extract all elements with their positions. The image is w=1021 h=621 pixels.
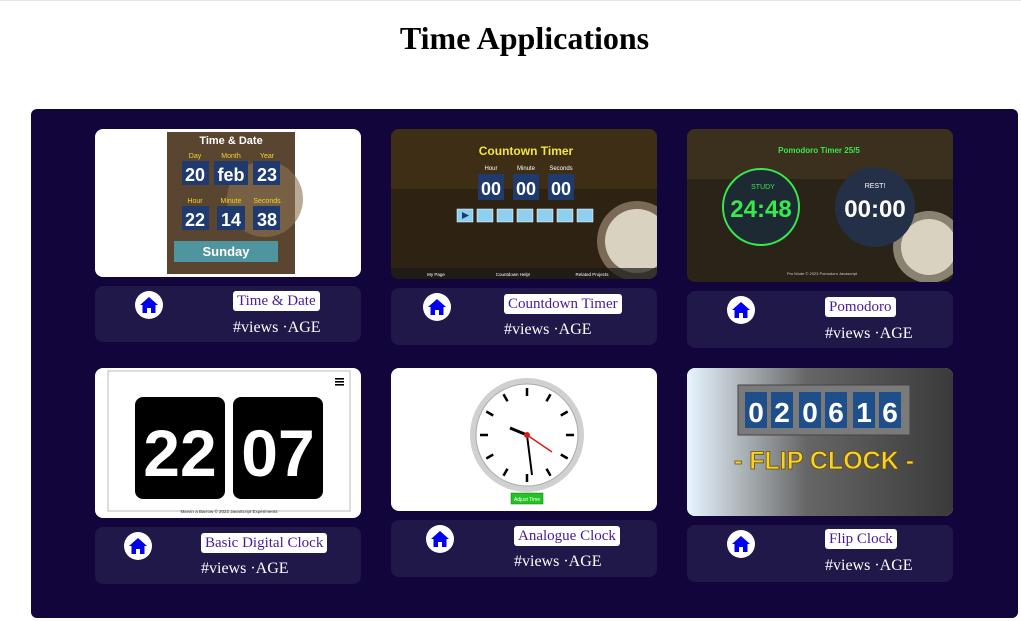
home-icon <box>732 302 750 318</box>
ct-heading: Countown Timer <box>479 144 574 158</box>
pomo-rest-label: REST! <box>865 183 886 190</box>
thumbnail-pomodoro[interactable]: Pomodoro Timer 25/5 STUDY 24:48 REST! 00… <box>687 129 953 282</box>
app-title-link[interactable]: Basic Digital Clock <box>201 533 328 553</box>
flip-digit-2: 2 <box>774 397 790 428</box>
thumbnail-time-date[interactable]: Time & Date Day Month Year 20 feb 23 Hou… <box>95 129 361 277</box>
flip-digit-1: 0 <box>748 397 764 428</box>
ac-adjust-button: Adjust Time <box>514 497 540 503</box>
home-icon <box>129 538 147 554</box>
dc-minutes: 07 <box>241 416 314 490</box>
ct-footer-help: Countdown Help! <box>496 272 531 277</box>
pomo-heading: Pomodoro Timer 25/5 <box>778 146 860 155</box>
app-meta: #views ·AGE <box>233 319 321 336</box>
thumbnail-basic-digital-clock[interactable]: 22 07 Marvin a Barrow © 2022 JavaScript … <box>95 368 361 518</box>
home-button[interactable] <box>423 293 451 321</box>
app-meta: #views ·AGE <box>201 560 289 577</box>
card-info: Flip Clock #views ·AGE <box>687 525 953 582</box>
flip-caption: - FLIP CLOCK - <box>734 447 914 475</box>
pomo-study-value: 24:48 <box>730 196 791 223</box>
td-label-minute: Minute <box>220 198 241 205</box>
app-meta: #views ·AGE <box>825 325 913 342</box>
app-title-link[interactable]: Time & Date <box>233 291 320 311</box>
dc-hours: 22 <box>143 416 216 490</box>
td-value-seconds: 38 <box>257 210 277 230</box>
page-title: Time Applications <box>399 20 650 56</box>
card-info: Basic Digital Clock #views ·AGE <box>95 527 361 584</box>
flip-digit-3: 0 <box>802 397 818 428</box>
ct-value-seconds: 00 <box>551 179 571 199</box>
ct-label-hour: Hour <box>484 166 497 172</box>
td-heading: Time & Date <box>199 135 262 147</box>
td-value-day: 20 <box>185 165 205 185</box>
ct-footer-related: Related Projects <box>575 272 609 277</box>
pomo-footer: Pro Mode © 2023 Pomodoro Javascript <box>787 271 858 276</box>
home-button[interactable] <box>135 291 163 319</box>
pomo-study-label: STUDY <box>751 184 775 191</box>
flip-digit-5: 1 <box>856 397 872 428</box>
dc-footer: Marvin a Barrow © 2022 JavaScript Experi… <box>180 508 278 514</box>
ct-value-minute: 00 <box>516 179 536 199</box>
card-info: Time & Date #views ·AGE <box>95 286 361 342</box>
app-title-link[interactable]: Countdown Timer <box>504 294 622 314</box>
app-title-link[interactable]: Analogue Clock <box>514 526 620 546</box>
app-title-link[interactable]: Flip Clock <box>825 529 897 549</box>
home-icon <box>431 531 449 547</box>
td-value-minute: 14 <box>221 210 241 230</box>
home-button[interactable] <box>727 296 755 324</box>
home-button[interactable] <box>727 530 755 558</box>
td-label-seconds: Seconds <box>253 198 281 205</box>
pomo-rest-value: 00:00 <box>844 196 905 223</box>
home-icon <box>428 299 446 315</box>
ct-label-minute: Minute <box>517 166 536 172</box>
td-label-month: Month <box>221 153 241 160</box>
td-label-day: Day <box>189 153 202 160</box>
ct-label-seconds: Seconds <box>549 166 572 172</box>
app-title-link[interactable]: Pomodoro <box>825 297 896 317</box>
ct-footer-my-page: My Page <box>427 272 445 277</box>
apps-panel: Time & Date Day Month Year 20 feb 23 Hou… <box>31 109 1018 618</box>
td-value-year: 23 <box>257 165 277 185</box>
td-value-month: feb <box>218 165 245 185</box>
app-meta: #views ·AGE <box>825 557 913 574</box>
app-meta: #views ·AGE <box>504 321 592 338</box>
home-button[interactable] <box>426 525 454 553</box>
home-icon <box>732 536 750 552</box>
card-info: Pomodoro #views ·AGE <box>687 291 953 348</box>
home-button[interactable] <box>124 532 152 560</box>
td-label-hour: Hour <box>187 198 203 205</box>
td-value-hour: 22 <box>185 210 205 230</box>
thumbnail-analogue-clock[interactable]: Adjust Time <box>391 368 657 511</box>
flip-digit-6: 6 <box>882 397 898 428</box>
thumbnail-flip-clock[interactable]: 0 2 0 6 1 6 - FLIP CLOCK - <box>687 368 953 516</box>
ct-value-hour: 00 <box>481 179 501 199</box>
card-info: Countdown Timer #views ·AGE <box>391 288 657 345</box>
card-info: Analogue Clock #views ·AGE <box>391 520 657 577</box>
flip-digit-4: 6 <box>828 397 844 428</box>
top-divider <box>0 0 1021 1</box>
home-icon <box>140 297 158 313</box>
td-label-year: Year <box>260 153 275 160</box>
thumbnail-countdown-timer[interactable]: Countown Timer Hour Minute Seconds 00 00… <box>391 129 657 279</box>
app-meta: #views ·AGE <box>514 553 602 570</box>
td-weekday: Sunday <box>203 244 251 259</box>
